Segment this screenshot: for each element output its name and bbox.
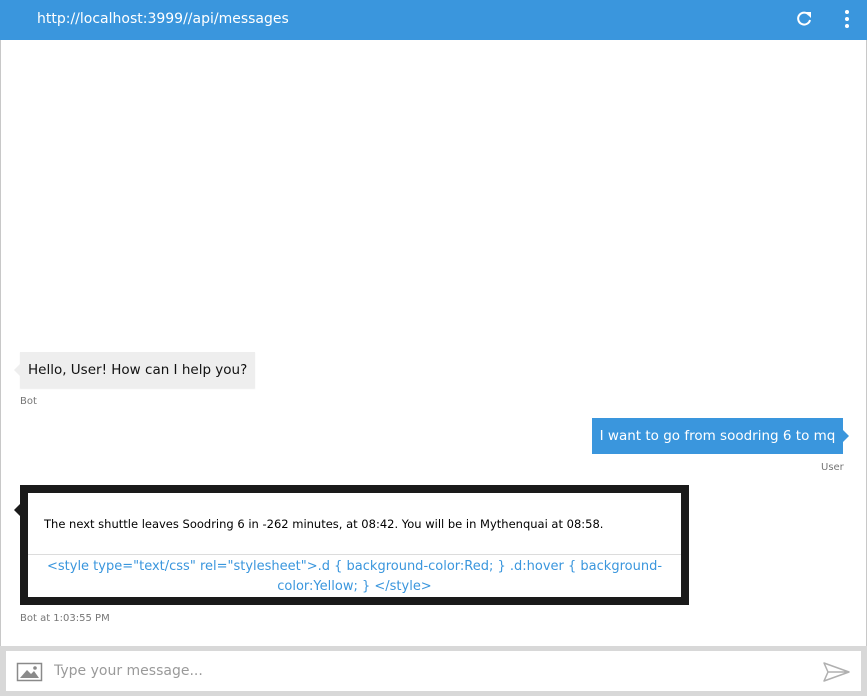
user-message: I want to go from soodring 6 to mq xyxy=(592,418,849,454)
endpoint-url: http://localhost:3999//api/messages xyxy=(37,11,289,27)
image-upload-icon[interactable] xyxy=(16,661,44,683)
input-bar xyxy=(0,646,867,696)
bubble-tail xyxy=(843,430,849,442)
user-message-text: I want to go from soodring 6 to mq xyxy=(599,428,836,444)
more-vertical-icon[interactable] xyxy=(838,9,856,31)
message-sender: Bot xyxy=(20,396,37,407)
bot-message: Hello, User! How can I help you? xyxy=(14,352,256,388)
bot-message-text: Hello, User! How can I help you? xyxy=(28,362,248,378)
message-input[interactable] xyxy=(52,657,816,685)
refresh-icon[interactable] xyxy=(794,9,814,29)
chat-header: http://localhost:3999//api/messages xyxy=(0,0,867,40)
message-sender: User xyxy=(821,462,844,473)
bubble-tail xyxy=(14,364,20,376)
bot-hero-card: The next shuttle leaves Soodring 6 in -2… xyxy=(14,485,689,605)
input-box xyxy=(6,651,861,691)
card-action-button[interactable]: <style type="text/css" rel="stylesheet">… xyxy=(36,557,673,597)
card-body: The next shuttle leaves Soodring 6 in -2… xyxy=(28,493,681,597)
bubble-tail xyxy=(14,503,21,517)
divider xyxy=(28,554,681,555)
send-icon[interactable] xyxy=(822,660,852,684)
message-timestamp: Bot at 1:03:55 PM xyxy=(20,613,110,624)
card-text: The next shuttle leaves Soodring 6 in -2… xyxy=(44,517,604,531)
